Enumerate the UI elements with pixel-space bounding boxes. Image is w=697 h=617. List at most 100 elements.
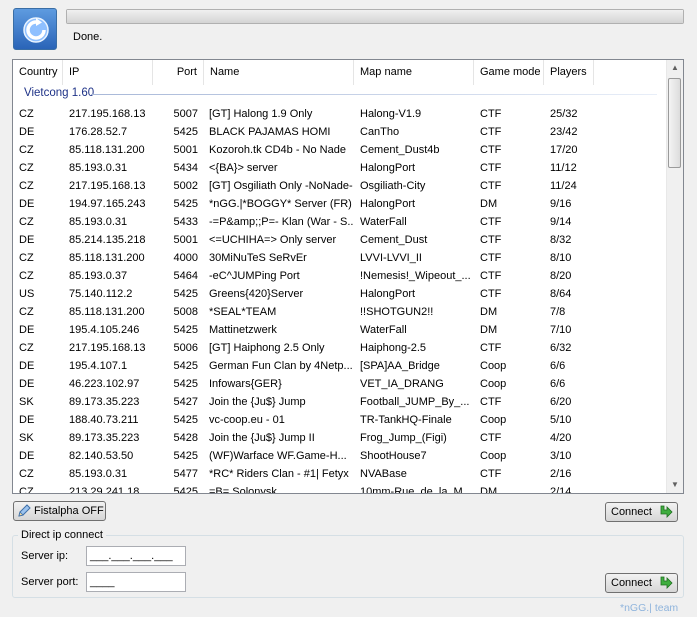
- column-header-name[interactable]: Name: [204, 60, 354, 85]
- cell-ip: 195.4.105.246: [69, 324, 140, 336]
- table-row[interactable]: CZ 217.195.168.13 5007 [GT] Halong 1.9 Only…: [13, 106, 668, 124]
- cell-name: <=UCHIHA=> Only server: [209, 234, 337, 246]
- cell-map: TR-TankHQ-Finale: [360, 414, 452, 426]
- connect-label: Connect: [611, 506, 652, 518]
- cell-port: 5433: [173, 216, 198, 228]
- scroll-thumb[interactable]: [668, 78, 681, 168]
- table-row[interactable]: CZ 85.118.131.200 4000 30MiNuTeS SeRvEr LVVI…: [13, 250, 668, 268]
- cell-port: 5425: [173, 198, 198, 210]
- table-row[interactable]: CZ 85.118.131.200 5001 Kozoroh.tk CD4b - No…: [13, 142, 668, 160]
- table-row[interactable]: CZ 85.193.0.31 5433 -=P&amp;;P=- Klan (War …: [13, 214, 668, 232]
- cell-mode: DM: [480, 486, 498, 494]
- cell-mode: Coop: [480, 378, 507, 390]
- cell-country: DE: [19, 198, 35, 210]
- column-header-players[interactable]: Players: [544, 60, 594, 85]
- scroll-down-icon[interactable]: ▼: [667, 477, 683, 493]
- cell-players: 7/10: [550, 324, 572, 336]
- column-header-ip[interactable]: IP: [63, 60, 153, 85]
- table-row[interactable]: DE 82.140.53.50 5425 (WF)Warface WF.Game-H.…: [13, 448, 668, 466]
- table-row[interactable]: SK 89.173.35.223 5428 Join the {Ju$} Jump I…: [13, 430, 668, 448]
- table-row[interactable]: DE 194.97.165.243 5425 *nGG.|*BOGGY* Server…: [13, 196, 668, 214]
- table-row[interactable]: CZ 85.193.0.31 5477 *RC* Riders Clan - #1| …: [13, 466, 668, 484]
- cell-mode: CTF: [480, 432, 502, 444]
- cell-mode: CTF: [480, 234, 502, 246]
- cell-country: DE: [19, 450, 35, 462]
- cell-country: US: [19, 288, 35, 300]
- cell-map: Osgiliath-City: [360, 180, 426, 192]
- fistalpha-toggle-button[interactable]: Fistalpha OFF: [13, 501, 106, 521]
- cell-ip: 194.97.165.243: [69, 198, 146, 210]
- cell-map: HalongPort: [360, 288, 416, 300]
- table-row[interactable]: DE 46.223.102.97 5425 Infowars{GER} VET_IA_D…: [13, 376, 668, 394]
- server-ip-input[interactable]: ___.___.___.___: [86, 546, 186, 566]
- cell-ip: 85.214.135.218: [69, 234, 146, 246]
- column-header-port[interactable]: Port: [153, 60, 204, 85]
- cell-mode: CTF: [480, 342, 502, 354]
- green-arrow-icon: [660, 576, 673, 589]
- cell-name: *RC* Riders Clan - #1| Fetyx: [209, 468, 349, 480]
- server-port-label: Server port:: [21, 576, 79, 588]
- cell-name: (WF)Warface WF.Game-H...: [209, 450, 347, 462]
- table-row[interactable]: US 75.140.112.2 5425 Greens{420}Server Halon…: [13, 286, 668, 304]
- cell-players: 9/16: [550, 198, 572, 210]
- table-row[interactable]: CZ 217.195.168.13 5002 [GT] Osgiliath Only …: [13, 178, 668, 196]
- fistalpha-label: Fistalpha OFF: [34, 505, 104, 517]
- cell-name: vc-coop.eu - 01: [209, 414, 285, 426]
- cell-country: CZ: [19, 468, 34, 480]
- cell-name: =B= Solonysk: [209, 486, 277, 494]
- column-header-mode[interactable]: Game mode: [474, 60, 544, 85]
- table-row[interactable]: DE 188.40.73.211 5425 vc-coop.eu - 01 TR-Tan…: [13, 412, 668, 430]
- direct-connect-label: Connect: [611, 577, 652, 589]
- cell-mode: CTF: [480, 108, 502, 120]
- server-ip-label: Server ip:: [21, 550, 69, 562]
- table-row[interactable]: SK 89.173.35.223 5427 Join the {Ju$} Jump Fo…: [13, 394, 668, 412]
- cell-port: 5477: [173, 468, 198, 480]
- table-row[interactable]: DE 195.4.107.1 5425 German Fun Clan by 4Net…: [13, 358, 668, 376]
- cell-ip: 176.28.52.7: [69, 126, 128, 138]
- cell-port: 5007: [173, 108, 198, 120]
- cell-mode: CTF: [480, 252, 502, 264]
- direct-connect-button[interactable]: Connect: [605, 573, 678, 593]
- table-row[interactable]: CZ 217.195.168.13 5006 [GT] Haiphong 2.5 On…: [13, 340, 668, 358]
- table-row[interactable]: DE 85.214.135.218 5001 <=UCHIHA=> Only serv…: [13, 232, 668, 250]
- refresh-button[interactable]: [13, 8, 57, 50]
- cell-name: Join the {Ju$} Jump II: [209, 432, 315, 444]
- cell-port: 5001: [173, 234, 198, 246]
- cell-port: 5425: [173, 360, 198, 372]
- cell-name: <{BA}> server: [209, 162, 278, 174]
- column-header-country[interactable]: Country: [13, 60, 63, 85]
- cell-country: DE: [19, 378, 35, 390]
- connect-button[interactable]: Connect: [605, 502, 678, 522]
- cell-ip: 85.193.0.37: [69, 270, 128, 282]
- server-list[interactable]: Country IP Port Name Map name Game mode …: [12, 59, 684, 494]
- cell-ip: 85.118.131.200: [69, 306, 145, 318]
- table-row[interactable]: CZ 213.29.241.18 5425 =B= Solonysk 10mm-Rue_…: [13, 484, 668, 494]
- table-row[interactable]: CZ 85.118.131.200 5008 *SEAL*TEAM !!SHOTGUN2…: [13, 304, 668, 322]
- cell-port: 5425: [173, 288, 198, 300]
- cell-players: 8/32: [550, 234, 572, 246]
- cell-name: [GT] Osgiliath Only -NoNade-: [209, 180, 353, 192]
- cell-country: CZ: [19, 144, 34, 156]
- list-header: Country IP Port Name Map name Game mode …: [13, 60, 668, 85]
- group-header[interactable]: Vietcong 1.60: [13, 85, 668, 103]
- cell-port: 5006: [173, 342, 198, 354]
- scroll-up-icon[interactable]: ▲: [667, 60, 683, 76]
- cell-map: Haiphong-2.5: [360, 342, 427, 354]
- table-row[interactable]: CZ 85.193.0.31 5434 <{BA}> server HalongPort…: [13, 160, 668, 178]
- table-row[interactable]: DE 195.4.105.246 5425 Mattinetzwerk WaterFal…: [13, 322, 668, 340]
- column-header-map[interactable]: Map name: [354, 60, 474, 85]
- cell-map: WaterFall: [360, 324, 407, 336]
- cell-country: CZ: [19, 486, 34, 494]
- cell-map: Cement_Dust4b: [360, 144, 440, 156]
- status-text: Done.: [73, 31, 103, 43]
- cell-ip: 188.40.73.211: [69, 414, 139, 426]
- server-port-input[interactable]: ____: [86, 572, 186, 592]
- vertical-scrollbar[interactable]: ▲ ▼: [666, 60, 683, 493]
- table-row[interactable]: CZ 85.193.0.37 5464 -eC^JUMPing Port !Nemesi…: [13, 268, 668, 286]
- cell-name: -eC^JUMPing Port: [209, 270, 300, 282]
- cell-ip: 89.173.35.223: [69, 432, 140, 444]
- table-row[interactable]: DE 176.28.52.7 5425 BLACK PAJAMAS HOMI CanTh…: [13, 124, 668, 142]
- cell-players: 8/64: [550, 288, 572, 300]
- cell-port: 5001: [173, 144, 198, 156]
- cell-name: Infowars{GER}: [209, 378, 282, 390]
